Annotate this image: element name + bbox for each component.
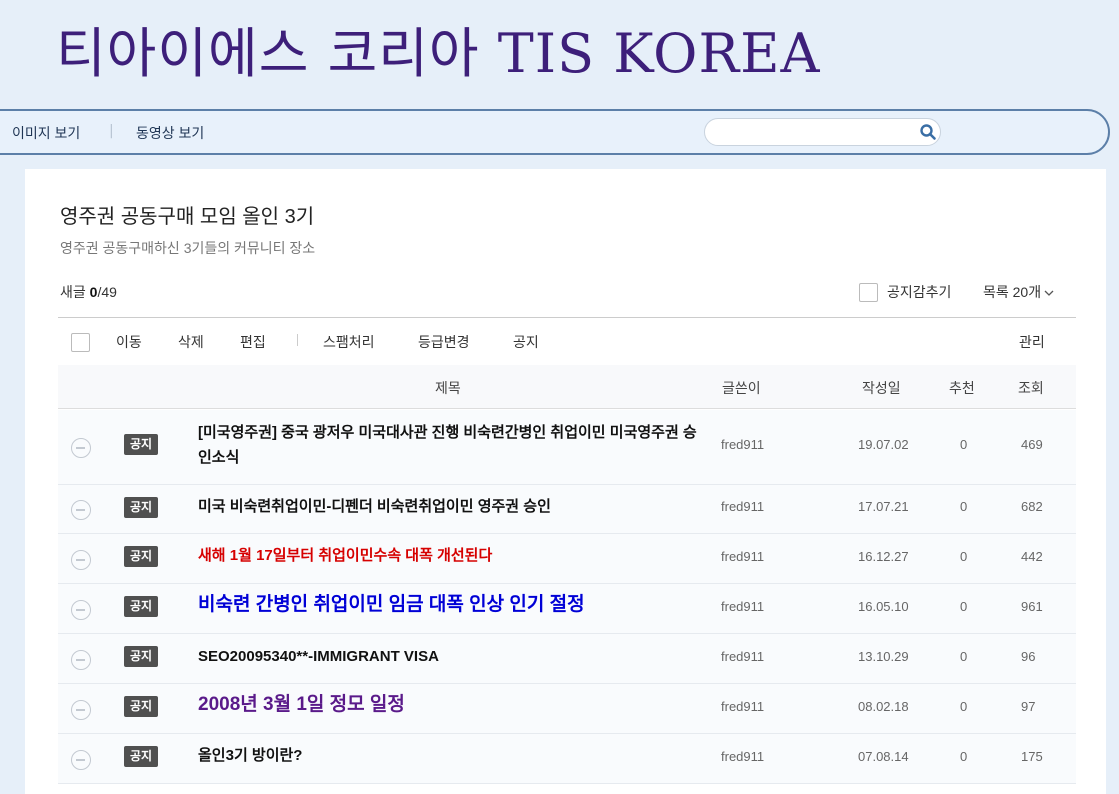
move-button[interactable]: 이동 [116,332,142,352]
total-post-number: /49 [97,284,117,300]
notice-badge: 공지 [124,646,158,667]
search-icon[interactable] [919,123,937,141]
edit-button[interactable]: 편집 [240,332,266,352]
post-likes: 0 [960,437,968,452]
notice-badge: 공지 [124,696,158,717]
column-date: 작성일 [862,380,901,396]
column-likes: 추천 [949,380,975,396]
notice-badge: 공지 [124,596,158,617]
minus-circle-icon[interactable] [71,650,91,670]
table-row: 공지 새해 1월 17일부터 취업이민수속 대폭 개선된다 fred911 16… [58,534,1076,584]
notice-badge: 공지 [124,546,158,567]
post-likes: 0 [960,549,968,564]
post-subject[interactable]: SEO20095340**-IMMIGRANT VISA [198,644,708,669]
post-date: 08.02.18 [858,699,909,714]
post-author[interactable]: fred911 [721,437,764,452]
post-author[interactable]: fred911 [721,749,764,764]
post-date: 19.07.02 [858,437,909,452]
post-author[interactable]: fred911 [721,599,764,614]
post-likes: 0 [960,599,968,614]
column-author: 글쓴이 [722,380,761,396]
delete-button[interactable]: 삭제 [178,332,204,352]
post-views: 97 [1021,699,1036,714]
page-title: 영주권 공동구매 모임 올인 3기 [60,206,315,228]
post-subject[interactable]: [미국영주권] 중국 광저우 미국대사관 진행 비숙련간병인 취업이민 미국영주… [198,420,708,470]
page-description: 영주권 공동구매하신 3기들의 커뮤니티 장소 [60,240,316,256]
minus-circle-icon[interactable] [71,700,91,720]
table-header [58,365,1076,409]
chevron-down-icon [1044,290,1054,296]
post-date: 16.05.10 [858,599,909,614]
post-date: 13.10.29 [858,649,909,664]
post-subject[interactable]: 2008년 3월 1일 정모 일정 [198,692,708,717]
minus-circle-icon[interactable] [71,550,91,570]
column-views: 조회 [1018,380,1044,396]
minus-circle-icon[interactable] [71,500,91,520]
hide-notice-checkbox[interactable] [859,283,878,302]
post-views: 175 [1021,749,1043,764]
post-author[interactable]: fred911 [721,549,764,564]
post-author[interactable]: fred911 [721,699,764,714]
search-box [704,118,941,146]
post-likes: 0 [960,749,968,764]
post-likes: 0 [960,649,968,664]
per-page-select[interactable]: 목록 20개 [983,282,1054,302]
notice-badge: 공지 [124,746,158,767]
table-row: 공지 올인3기 방이란? fred911 07.08.14 0 175 [58,734,1076,784]
table-row: 공지 미국 비숙련취업이민-디펜더 비숙련취업이민 영주권 승인 fred911… [58,485,1076,534]
minus-circle-icon[interactable] [71,600,91,620]
post-views: 682 [1021,499,1043,514]
post-author[interactable]: fred911 [721,649,764,664]
minus-circle-icon[interactable] [71,750,91,770]
toolbar-separator [297,334,298,346]
post-date: 16.12.27 [858,549,909,564]
post-views: 961 [1021,599,1043,614]
hide-notice-label: 공지감추기 [887,284,952,300]
search-input[interactable] [719,123,914,143]
post-views: 442 [1021,549,1043,564]
post-date: 07.08.14 [858,749,909,764]
banner-title[interactable]: 티아이에스 코리아 TIS KOREA [56,22,821,86]
post-likes: 0 [960,499,968,514]
spam-button[interactable]: 스팸처리 [323,332,375,352]
post-subject[interactable]: 올인3기 방이란? [198,743,708,768]
table-row: 공지 [미국영주권] 중국 광저우 미국대사관 진행 비숙련간병인 취업이민 미… [58,410,1076,485]
manage-button[interactable]: 관리 [1019,332,1045,352]
grade-change-button[interactable]: 등급변경 [418,332,470,352]
nav-separator: | [109,123,114,139]
select-all-checkbox[interactable] [71,333,90,352]
new-post-count: 새글 0/49 [60,282,117,302]
post-date: 17.07.21 [858,499,909,514]
nav-video-view[interactable]: 동영상 보기 [136,123,204,143]
banner: 티아이에스 코리아 TIS KOREA [0,0,1119,110]
post-subject[interactable]: 새해 1월 17일부터 취업이민수속 대폭 개선된다 [198,543,708,568]
notice-badge: 공지 [124,434,158,455]
table-row: 공지 비숙련 간병인 취업이민 임금 대폭 인상 인기 절정 fred911 1… [58,584,1076,634]
toolbar-divider [58,317,1076,318]
post-author[interactable]: fred911 [721,499,764,514]
post-likes: 0 [960,699,968,714]
table-row: 공지 2008년 3월 1일 정모 일정 fred911 08.02.18 0 … [58,684,1076,734]
post-subject[interactable]: 비숙련 간병인 취업이민 임금 대폭 인상 인기 절정 [198,592,708,617]
new-post-label: 새글 [60,284,86,300]
notice-badge: 공지 [124,497,158,518]
table-row: 공지 SEO20095340**-IMMIGRANT VISA fred911 … [58,634,1076,684]
post-views: 469 [1021,437,1043,452]
per-page-value: 목록 20개 [983,284,1042,300]
notice-button[interactable]: 공지 [513,332,539,352]
post-subject[interactable]: 미국 비숙련취업이민-디펜더 비숙련취업이민 영주권 승인 [198,494,708,519]
minus-circle-icon[interactable] [71,438,91,458]
column-subject: 제목 [435,380,461,396]
nav-image-view[interactable]: 이미지 보기 [12,123,80,143]
post-views: 96 [1021,649,1036,664]
